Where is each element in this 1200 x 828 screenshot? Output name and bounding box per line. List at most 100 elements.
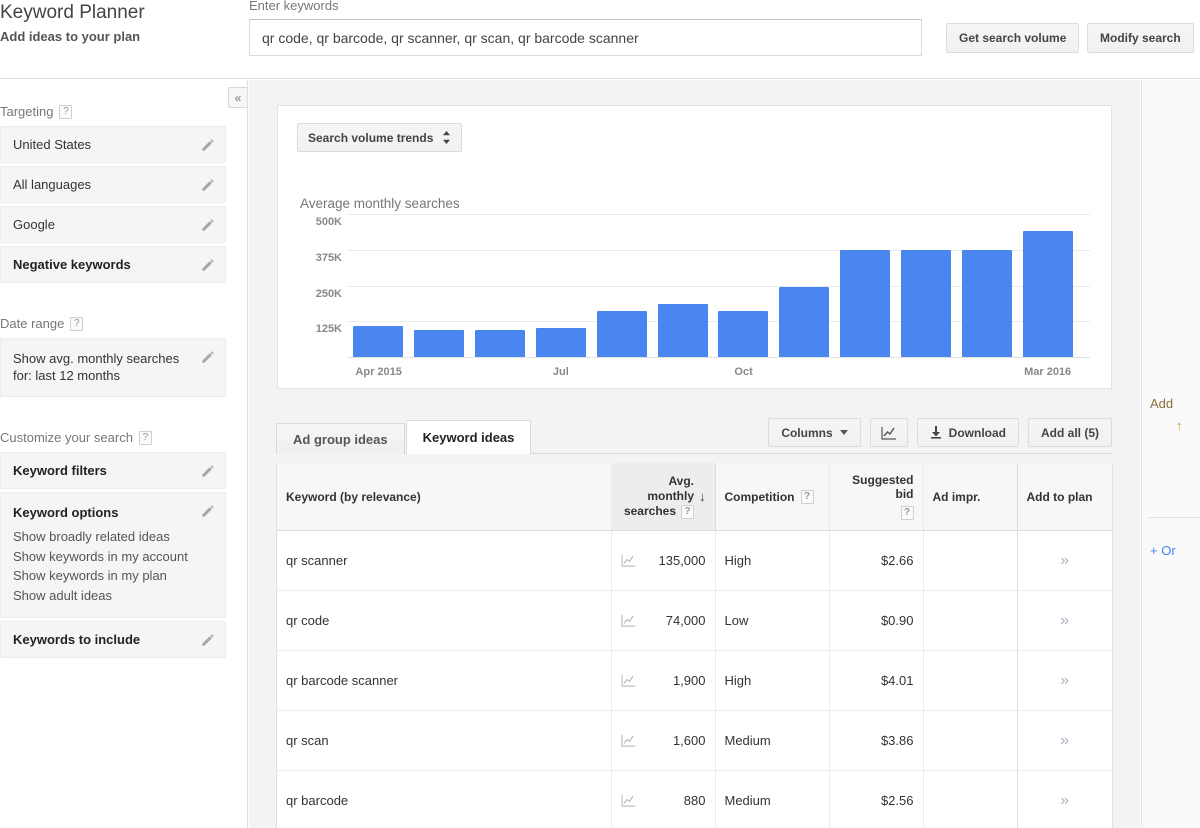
edit-pencil-icon[interactable] [201,350,215,364]
trend-type-select[interactable]: Search volume trends [297,123,462,152]
targeting-item-language[interactable]: All languages [0,166,226,203]
suggested-bid-header-label: Suggested bid [839,473,914,501]
help-icon[interactable]: ? [801,490,814,504]
chart-bar[interactable] [353,326,403,357]
keyword-trend-icon[interactable] [621,674,636,687]
cell-avg-monthly-searches: 1,900 [611,651,715,711]
chart-title: Average monthly searches [300,196,460,211]
keyword-ideas-table: Keyword (by relevance) Avg. monthly sear… [277,463,1112,828]
x-axis-tick-label: Jul [553,366,569,378]
trend-type-label: Search volume trends [308,131,433,145]
table-body: qr scanner135,000High$2.66»qr code74,000… [277,531,1112,828]
cell-keyword: qr barcode [277,771,611,828]
plan-add-label: Add [1150,396,1173,411]
table-row[interactable]: qr code74,000Low$0.90» [277,591,1112,651]
chart-bar[interactable] [718,311,768,357]
get-search-volume-button[interactable]: Get search volume [946,23,1079,53]
keywords-input[interactable] [249,19,922,56]
chart-bar[interactable] [1023,231,1073,357]
ideas-tabs: Ad group ideas Keyword ideas [276,420,532,454]
column-header-avg-monthly-searches[interactable]: Avg. monthly searches ? ↓ [611,463,715,531]
chart-bar[interactable] [414,330,464,357]
targeting-item-label: Negative keywords [13,257,131,272]
keyword-options-item[interactable]: Keyword options Show broadly related ide… [0,492,226,618]
targeting-item-network[interactable]: Google [0,206,226,243]
keyword-trend-icon[interactable] [621,734,636,747]
help-icon[interactable]: ? [70,317,83,331]
chart-bar[interactable] [840,250,890,357]
x-axis-tick-label: Mar 2016 [1024,366,1071,378]
edit-pencil-icon[interactable] [201,258,215,272]
column-header-keyword[interactable]: Keyword (by relevance) [277,463,611,531]
cell-suggested-bid: $0.90 [829,591,923,651]
avg-searches-value: 74,000 [666,613,706,628]
help-icon[interactable]: ? [681,505,694,519]
keyword-option: Show keywords in my plan [13,566,191,586]
targeting-heading-label: Targeting [0,104,53,119]
download-icon [930,426,942,439]
edit-pencil-icon[interactable] [201,178,215,192]
edit-pencil-icon[interactable] [201,138,215,152]
chart-bar[interactable] [658,304,708,357]
x-axis-tick-label: Apr 2015 [355,366,401,378]
chart-bar[interactable] [779,287,829,357]
collapse-sidebar-icon[interactable]: « [228,87,247,108]
chart-toggle-button[interactable] [870,418,908,447]
add-to-plan-button[interactable]: » [1017,651,1112,711]
page-title: Keyword Planner [0,2,145,24]
tab-ad-group-ideas[interactable]: Ad group ideas [276,423,405,454]
chart-bar[interactable] [475,330,525,357]
up-arrow-icon: ↑ [1176,418,1183,433]
keyword-filters-label: Keyword filters [13,463,107,478]
cell-keyword: qr scan [277,711,611,771]
cell-ad-impr [923,771,1017,828]
chart-bar[interactable] [597,311,647,357]
keyword-trend-icon[interactable] [621,614,636,627]
keyword-trend-icon[interactable] [621,554,636,567]
table-row[interactable]: qr scanner135,000High$2.66» [277,531,1112,591]
edit-pencil-icon[interactable] [201,504,215,518]
targeting-section: Targeting ? United States All languages … [0,104,226,286]
chart-bar[interactable] [901,250,951,357]
chart-bar[interactable] [962,250,1012,357]
customize-search-heading-label: Customize your search [0,430,133,445]
edit-pencil-icon[interactable] [201,464,215,478]
add-to-plan-button[interactable]: » [1017,711,1112,771]
date-range-item[interactable]: Show avg. monthly searches for: last 12 … [0,338,226,397]
add-to-plan-button[interactable]: » [1017,531,1112,591]
add-to-plan-button[interactable]: » [1017,771,1112,828]
column-header-competition[interactable]: Competition ? [715,463,829,531]
keywords-to-include-item[interactable]: Keywords to include [0,621,226,658]
columns-button[interactable]: Columns [768,418,860,447]
targeting-item-negative-keywords[interactable]: Negative keywords [0,246,226,283]
add-to-plan-button[interactable]: » [1017,591,1112,651]
modify-search-button[interactable]: Modify search [1087,23,1194,53]
table-toolbar: Columns Download Add all (5) [768,418,1112,447]
cell-avg-monthly-searches: 74,000 [611,591,715,651]
date-range-heading: Date range ? [0,316,226,338]
column-header-suggested-bid[interactable]: Suggested bid ? [829,463,923,531]
cell-ad-impr [923,531,1017,591]
plan-or-link[interactable]: + Or [1150,543,1176,558]
edit-pencil-icon[interactable] [201,633,215,647]
keyword-option: Show adult ideas [13,586,191,606]
keyword-filters-item[interactable]: Keyword filters [0,452,226,489]
date-range-heading-label: Date range [0,316,64,331]
help-icon[interactable]: ? [139,431,152,445]
add-all-button[interactable]: Add all (5) [1028,418,1112,447]
help-icon[interactable]: ? [59,105,72,119]
column-header-ad-impr[interactable]: Ad impr. [923,463,1017,531]
targeting-item-label: United States [13,137,91,152]
targeting-item-location[interactable]: United States [0,126,226,163]
chart-bar[interactable] [536,328,586,357]
table-row[interactable]: qr barcode scanner1,900High$4.01» [277,651,1112,711]
cell-competition: Medium [715,711,829,771]
y-axis-tick-label: 250K [300,288,342,300]
edit-pencil-icon[interactable] [201,218,215,232]
tab-keyword-ideas[interactable]: Keyword ideas [406,420,532,454]
table-row[interactable]: qr barcode880Medium$2.56» [277,771,1112,828]
keyword-trend-icon[interactable] [621,794,636,807]
download-button[interactable]: Download [917,418,1019,447]
help-icon[interactable]: ? [901,506,914,520]
table-row[interactable]: qr scan1,600Medium$3.86» [277,711,1112,771]
